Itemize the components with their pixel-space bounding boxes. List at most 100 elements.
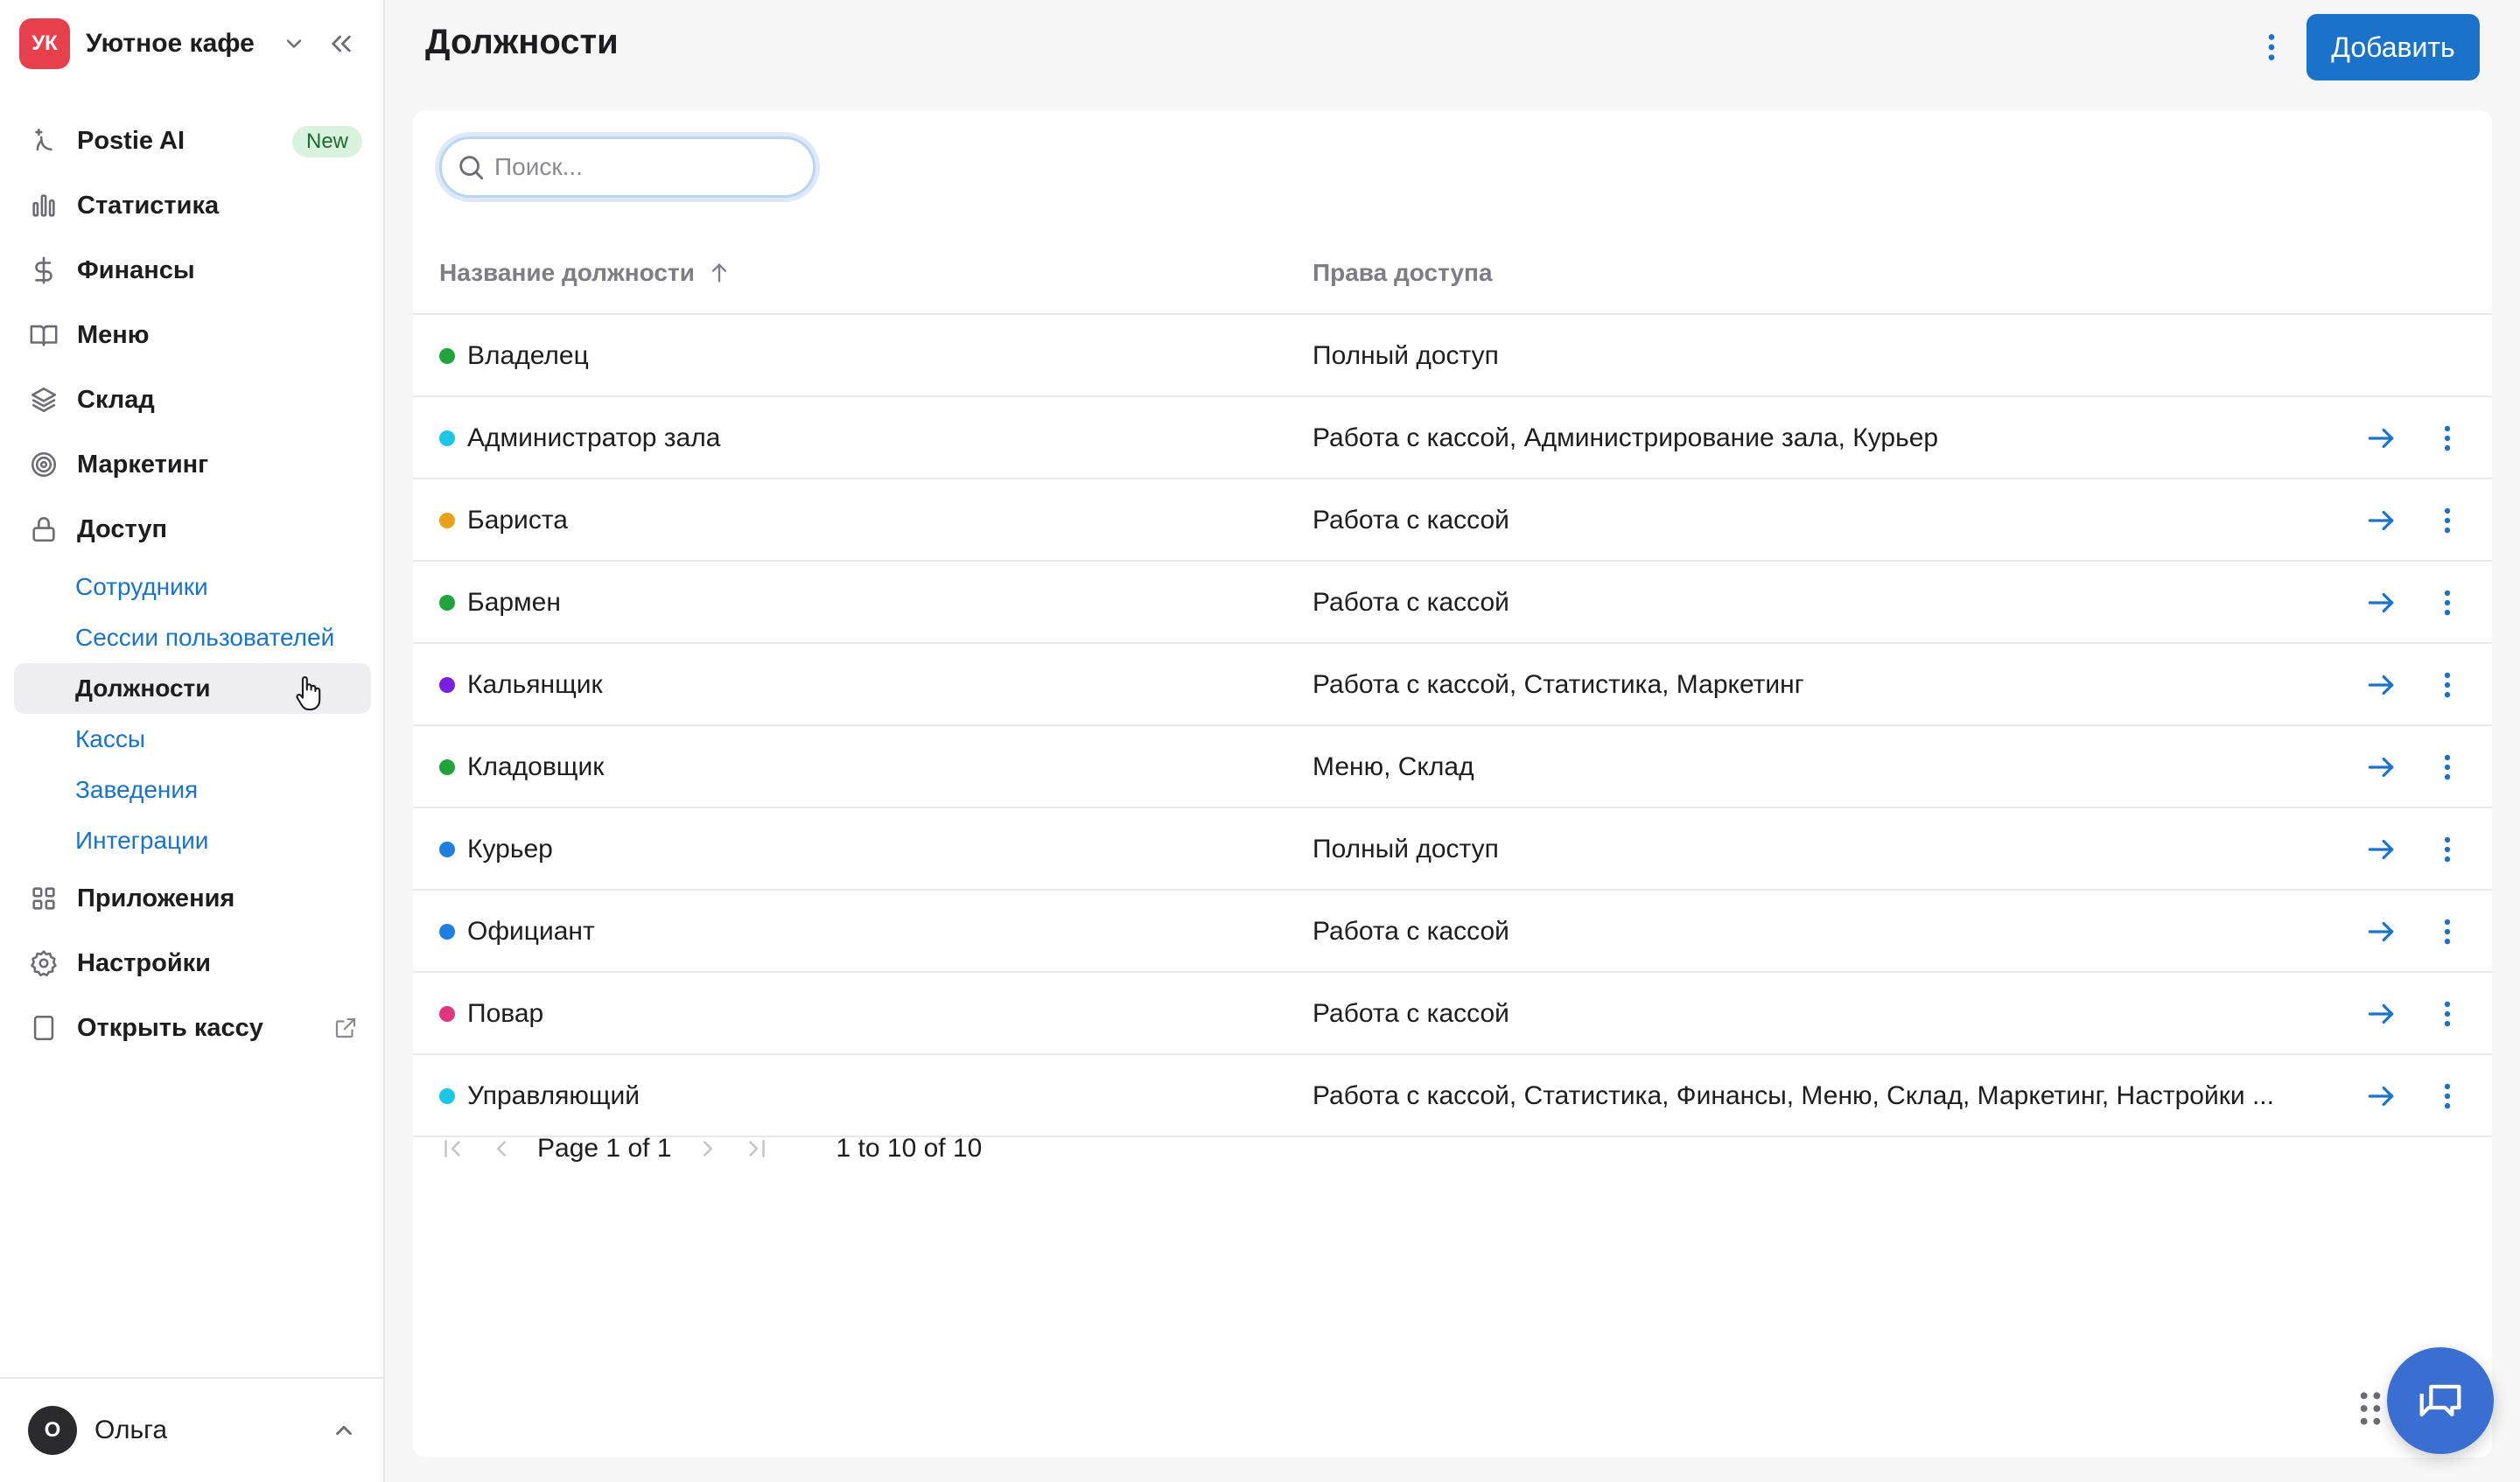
- prev-page-icon[interactable]: [488, 1136, 514, 1162]
- position-name: Администратор зала: [467, 423, 721, 452]
- table-row[interactable]: Владелец Полный доступ: [413, 315, 2492, 397]
- column-header-rights[interactable]: Права доступа: [1312, 259, 1493, 287]
- search-icon: [459, 156, 484, 180]
- app-root: УК Уютное кафе Postie AI New Статистика: [0, 0, 2520, 1482]
- chevron-up-icon[interactable]: [331, 1417, 357, 1444]
- more-vertical-icon[interactable]: [2431, 915, 2464, 948]
- subnav-positions[interactable]: Должности: [14, 663, 371, 714]
- more-vertical-icon[interactable]: [2431, 668, 2464, 702]
- position-name: Официант: [467, 917, 595, 946]
- position-rights: Полный доступ: [1312, 341, 1499, 370]
- subnav-integrations[interactable]: Интеграции: [14, 815, 371, 866]
- table-row[interactable]: Курьер Полный доступ: [413, 808, 2492, 891]
- column-header-name[interactable]: Название должности: [439, 259, 732, 287]
- more-vertical-icon[interactable]: [2431, 833, 2464, 866]
- grid-icon: [28, 883, 60, 914]
- tablet-icon: [28, 1012, 60, 1044]
- position-color-dot: [439, 677, 455, 693]
- more-vertical-icon[interactable]: [2254, 30, 2289, 65]
- table-row[interactable]: Официант Работа с кассой: [413, 891, 2492, 973]
- nav-item-statistics[interactable]: Статистика: [14, 173, 371, 238]
- last-page-icon[interactable]: [744, 1136, 770, 1162]
- nav-label: Настройки: [77, 948, 212, 977]
- arrow-right-icon[interactable]: [2364, 915, 2398, 948]
- nav-item-menu[interactable]: Меню: [14, 303, 371, 367]
- position-name: Кладовщик: [467, 752, 605, 781]
- position-name: Курьер: [467, 835, 553, 863]
- table-row[interactable]: Бариста Работа с кассой: [413, 479, 2492, 562]
- table-row[interactable]: Бармен Работа с кассой: [413, 562, 2492, 644]
- position-name: Повар: [467, 999, 544, 1028]
- chevron-down-icon[interactable]: [282, 31, 306, 56]
- nav-item-finance[interactable]: Финансы: [14, 238, 371, 303]
- arrow-right-icon[interactable]: [2364, 422, 2398, 455]
- venue-name: Уютное кафе: [86, 29, 255, 58]
- more-vertical-icon[interactable]: [2431, 586, 2464, 619]
- support-chat-button[interactable]: [2387, 1347, 2494, 1454]
- nav-item-open-pos[interactable]: Открыть кассу: [14, 996, 371, 1060]
- table-row[interactable]: Управляющий Работа с кассой, Статистика, …: [413, 1055, 2492, 1137]
- subnav-label: Должности: [75, 675, 211, 702]
- hand-cursor-icon: [296, 676, 321, 711]
- arrow-right-icon[interactable]: [2364, 668, 2398, 702]
- position-color-dot: [439, 513, 455, 528]
- subnav-user-sessions[interactable]: Сессии пользователей: [14, 612, 371, 663]
- arrow-right-icon[interactable]: [2364, 586, 2398, 619]
- search-input[interactable]: [494, 153, 792, 181]
- next-page-icon[interactable]: [695, 1136, 721, 1162]
- position-name: Бариста: [467, 506, 568, 535]
- user-name: Ольга: [94, 1416, 168, 1444]
- add-position-button[interactable]: Добавить: [2306, 14, 2480, 80]
- position-color-dot: [439, 924, 455, 940]
- table-row[interactable]: Кальянщик Работа с кассой, Статистика, Ма…: [413, 644, 2492, 726]
- page-prefix: Page: [537, 1134, 599, 1163]
- subnav-cash-registers[interactable]: Кассы: [14, 714, 371, 765]
- more-vertical-icon[interactable]: [2431, 1080, 2464, 1113]
- table-body: Владелец Полный доступ Администратор зала Р…: [413, 315, 2492, 1137]
- more-vertical-icon[interactable]: [2431, 504, 2464, 537]
- page-current: 1: [606, 1134, 621, 1163]
- first-page-icon[interactable]: [439, 1136, 466, 1162]
- page-title: Должности: [425, 23, 619, 61]
- nav-label: Postie AI: [77, 126, 186, 155]
- subnav-employees[interactable]: Сотрудники: [14, 562, 371, 612]
- nav-item-warehouse[interactable]: Склад: [14, 367, 371, 432]
- gear-icon: [28, 947, 60, 979]
- more-vertical-icon[interactable]: [2431, 997, 2464, 1031]
- position-name: Кальянщик: [467, 670, 603, 699]
- arrow-right-icon[interactable]: [2364, 504, 2398, 537]
- table-header: Название должности Права доступа: [413, 233, 2492, 315]
- nav-item-marketing[interactable]: Маркетинг: [14, 432, 371, 497]
- position-color-dot: [439, 842, 455, 857]
- nav-item-access[interactable]: Доступ: [14, 497, 371, 562]
- nav-label: Доступ: [77, 514, 168, 543]
- arrow-right-icon[interactable]: [2364, 997, 2398, 1031]
- page-indicator: Page 1 of 1: [537, 1134, 672, 1164]
- table-row[interactable]: Повар Работа с кассой: [413, 973, 2492, 1055]
- layers-icon: [28, 384, 60, 416]
- collapse-sidebar-icon[interactable]: [327, 30, 355, 58]
- table-row[interactable]: Кладовщик Меню, Склад: [413, 726, 2492, 808]
- sort-ascending-icon[interactable]: [707, 261, 732, 285]
- arrow-right-icon[interactable]: [2364, 751, 2398, 784]
- nav-item-settings[interactable]: Настройки: [14, 931, 371, 996]
- arrow-right-icon[interactable]: [2364, 1080, 2398, 1113]
- chat-icon: [2419, 1384, 2461, 1417]
- nav-item-apps[interactable]: Приложения: [14, 866, 371, 931]
- position-rights: Работа с кассой: [1312, 506, 1509, 535]
- table-row[interactable]: Администратор зала Работа с кассой, Админ…: [413, 397, 2492, 479]
- subnav-venues[interactable]: Заведения: [14, 765, 371, 815]
- more-vertical-icon[interactable]: [2431, 751, 2464, 784]
- target-icon: [28, 449, 60, 480]
- more-vertical-icon[interactable]: [2431, 422, 2464, 455]
- arrow-right-icon[interactable]: [2364, 833, 2398, 866]
- drag-handle-icon[interactable]: [2357, 1389, 2384, 1428]
- sidebar: УК Уютное кафе Postie AI New Статистика: [0, 0, 385, 1482]
- search-box[interactable]: [439, 136, 816, 198]
- venue-switcher[interactable]: УК Уютное кафе: [19, 18, 364, 69]
- position-color-dot: [439, 430, 455, 446]
- position-rights: Работа с кассой: [1312, 999, 1509, 1028]
- nav-item-postie-ai[interactable]: Postie AI New: [14, 108, 371, 173]
- positions-table: Название должности Права доступа Владеле…: [413, 233, 2492, 1137]
- user-menu[interactable]: О Ольга: [0, 1377, 383, 1482]
